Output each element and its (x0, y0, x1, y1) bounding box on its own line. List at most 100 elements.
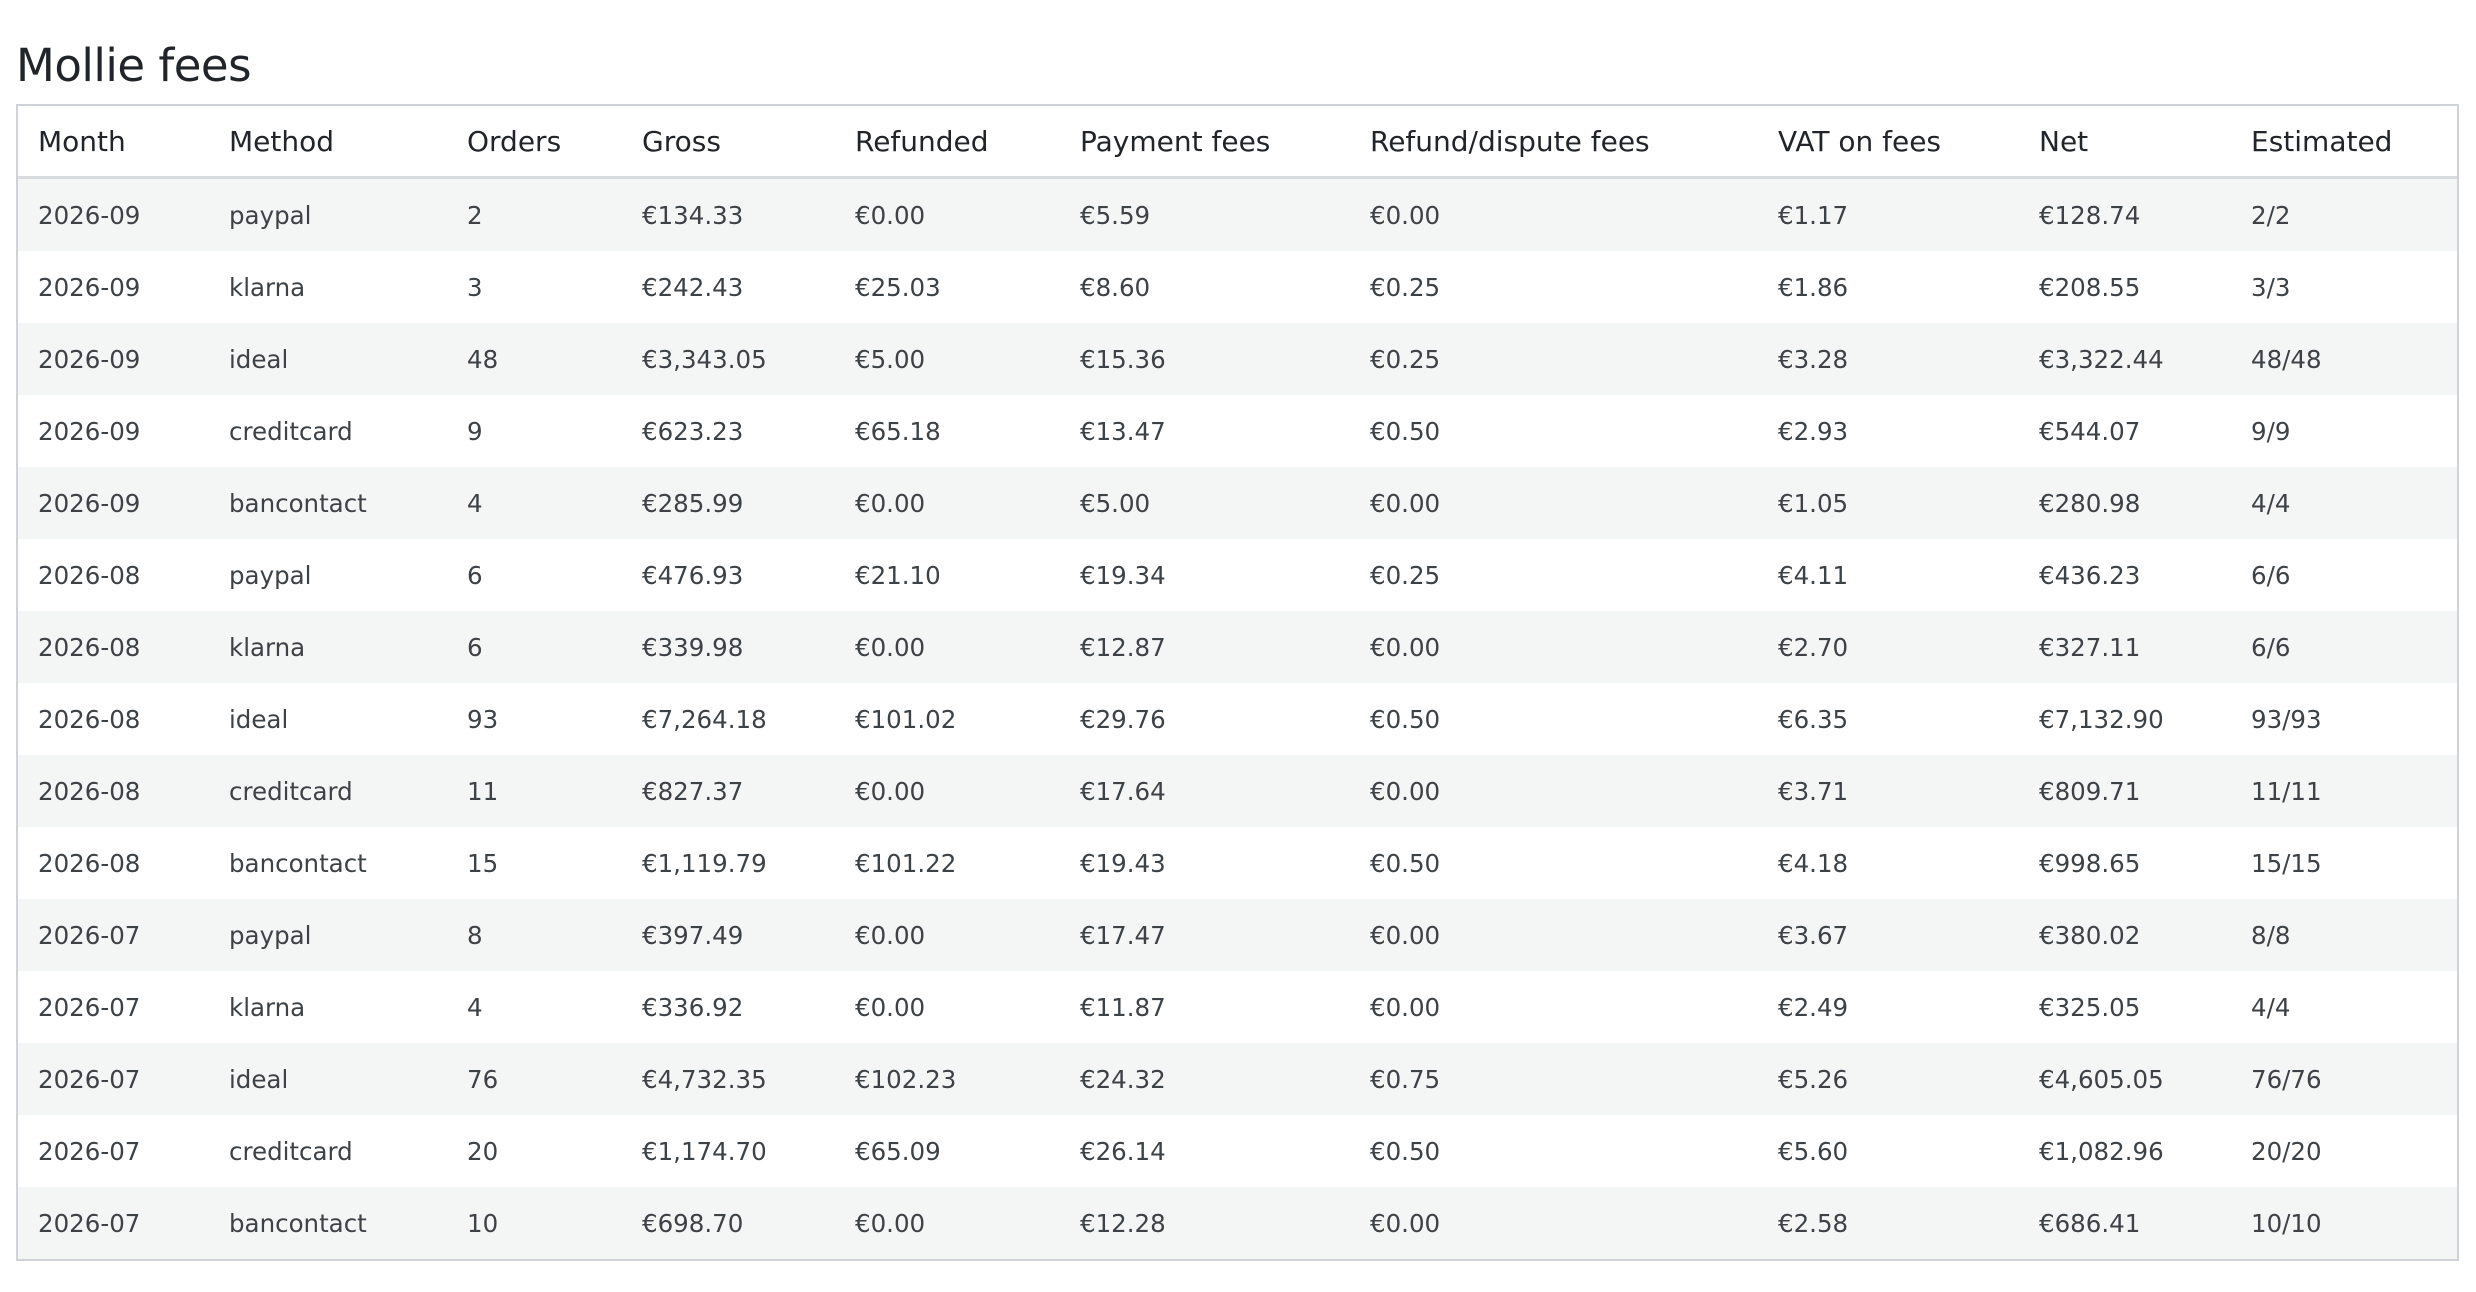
header-refund-dispute-fees: Refund/dispute fees (1350, 106, 1758, 179)
cell-gross: €698.70 (622, 1187, 835, 1259)
cell-gross: €4,732.35 (622, 1043, 835, 1115)
cell-method: paypal (209, 539, 447, 611)
header-month: Month (18, 106, 209, 179)
cell-net: €327.11 (2019, 611, 2231, 683)
cell-orders: 76 (447, 1043, 622, 1115)
cell-refunded: €5.00 (835, 323, 1060, 395)
cell-gross: €7,264.18 (622, 683, 835, 755)
cell-net: €686.41 (2019, 1187, 2231, 1259)
header-gross: Gross (622, 106, 835, 179)
cell-net: €325.05 (2019, 971, 2231, 1043)
cell-estimated: 93/93 (2231, 683, 2457, 755)
cell-estimated: 20/20 (2231, 1115, 2457, 1187)
table-row: 2026-09 bancontact 4 €285.99 €0.00 €5.00 €0.00… (18, 467, 2457, 539)
fees-table-container: Month Method Orders Gross Refunded Payme… (16, 104, 2459, 1261)
cell-refunded: €21.10 (835, 539, 1060, 611)
cell-payment-fees: €13.47 (1060, 395, 1350, 467)
cell-vat-on-fees: €5.26 (1758, 1043, 2019, 1115)
cell-net: €380.02 (2019, 899, 2231, 971)
header-method: Method (209, 106, 447, 179)
cell-month: 2026-09 (18, 395, 209, 467)
cell-month: 2026-08 (18, 827, 209, 899)
cell-method: ideal (209, 683, 447, 755)
cell-payment-fees: €8.60 (1060, 251, 1350, 323)
cell-month: 2026-08 (18, 539, 209, 611)
header-estimated: Estimated (2231, 106, 2457, 179)
cell-vat-on-fees: €1.17 (1758, 177, 2019, 251)
cell-payment-fees: €17.64 (1060, 755, 1350, 827)
cell-method: klarna (209, 971, 447, 1043)
cell-estimated: 9/9 (2231, 395, 2457, 467)
cell-estimated: 6/6 (2231, 539, 2457, 611)
table-row: 2026-09 creditcard 9 €623.23 €65.18 €13.47 €0.… (18, 395, 2457, 467)
cell-vat-on-fees: €6.35 (1758, 683, 2019, 755)
table-row: 2026-07 paypal 8 €397.49 €0.00 €17.47 €0.00 €3.… (18, 899, 2457, 971)
cell-estimated: 15/15 (2231, 827, 2457, 899)
cell-payment-fees: €15.36 (1060, 323, 1350, 395)
cell-orders: 3 (447, 251, 622, 323)
cell-method: klarna (209, 251, 447, 323)
cell-method: bancontact (209, 827, 447, 899)
cell-gross: €623.23 (622, 395, 835, 467)
cell-vat-on-fees: €4.11 (1758, 539, 2019, 611)
cell-refund-dispute-fees: €0.00 (1350, 467, 1758, 539)
cell-month: 2026-08 (18, 611, 209, 683)
cell-estimated: 10/10 (2231, 1187, 2457, 1259)
cell-payment-fees: €19.34 (1060, 539, 1350, 611)
cell-refunded: €0.00 (835, 755, 1060, 827)
cell-method: bancontact (209, 467, 447, 539)
cell-gross: €336.92 (622, 971, 835, 1043)
table-header: Month Method Orders Gross Refunded Payme… (18, 106, 2457, 179)
cell-method: creditcard (209, 755, 447, 827)
cell-payment-fees: €12.28 (1060, 1187, 1350, 1259)
cell-payment-fees: €11.87 (1060, 971, 1350, 1043)
cell-refunded: €101.22 (835, 827, 1060, 899)
header-net: Net (2019, 106, 2231, 179)
cell-refund-dispute-fees: €0.00 (1350, 177, 1758, 251)
cell-method: creditcard (209, 1115, 447, 1187)
cell-refund-dispute-fees: €0.50 (1350, 827, 1758, 899)
cell-orders: 20 (447, 1115, 622, 1187)
table-row: 2026-09 ideal 48 €3,343.05 €5.00 €15.36 €0.25 €… (18, 323, 2457, 395)
cell-orders: 6 (447, 539, 622, 611)
cell-refunded: €102.23 (835, 1043, 1060, 1115)
cell-refunded: €0.00 (835, 1187, 1060, 1259)
cell-orders: 93 (447, 683, 622, 755)
cell-refund-dispute-fees: €0.00 (1350, 1187, 1758, 1259)
table-row: 2026-07 ideal 76 €4,732.35 €102.23 €24.32 €0.7… (18, 1043, 2457, 1115)
cell-gross: €1,174.70 (622, 1115, 835, 1187)
cell-month: 2026-07 (18, 1043, 209, 1115)
cell-orders: 8 (447, 899, 622, 971)
cell-payment-fees: €29.76 (1060, 683, 1350, 755)
cell-vat-on-fees: €2.93 (1758, 395, 2019, 467)
cell-month: 2026-09 (18, 467, 209, 539)
cell-refund-dispute-fees: €0.00 (1350, 971, 1758, 1043)
cell-orders: 9 (447, 395, 622, 467)
cell-refund-dispute-fees: €0.25 (1350, 251, 1758, 323)
cell-method: klarna (209, 611, 447, 683)
cell-orders: 10 (447, 1187, 622, 1259)
cell-refund-dispute-fees: €0.50 (1350, 395, 1758, 467)
cell-estimated: 8/8 (2231, 899, 2457, 971)
table-row: 2026-07 creditcard 20 €1,174.70 €65.09 €26.14… (18, 1115, 2457, 1187)
header-row: Month Method Orders Gross Refunded Payme… (18, 106, 2457, 179)
cell-gross: €134.33 (622, 177, 835, 251)
cell-net: €436.23 (2019, 539, 2231, 611)
cell-estimated: 76/76 (2231, 1043, 2457, 1115)
cell-estimated: 3/3 (2231, 251, 2457, 323)
cell-orders: 15 (447, 827, 622, 899)
cell-refunded: €0.00 (835, 467, 1060, 539)
cell-refunded: €0.00 (835, 177, 1060, 251)
cell-payment-fees: €5.59 (1060, 177, 1350, 251)
cell-month: 2026-07 (18, 899, 209, 971)
cell-orders: 4 (447, 971, 622, 1043)
cell-refund-dispute-fees: €0.00 (1350, 611, 1758, 683)
cell-month: 2026-08 (18, 755, 209, 827)
cell-estimated: 2/2 (2231, 177, 2457, 251)
cell-gross: €827.37 (622, 755, 835, 827)
cell-orders: 11 (447, 755, 622, 827)
cell-payment-fees: €12.87 (1060, 611, 1350, 683)
header-vat-on-fees: VAT on fees (1758, 106, 2019, 179)
table-row: 2026-08 bancontact 15 €1,119.79 €101.22 €19.4… (18, 827, 2457, 899)
cell-vat-on-fees: €4.18 (1758, 827, 2019, 899)
